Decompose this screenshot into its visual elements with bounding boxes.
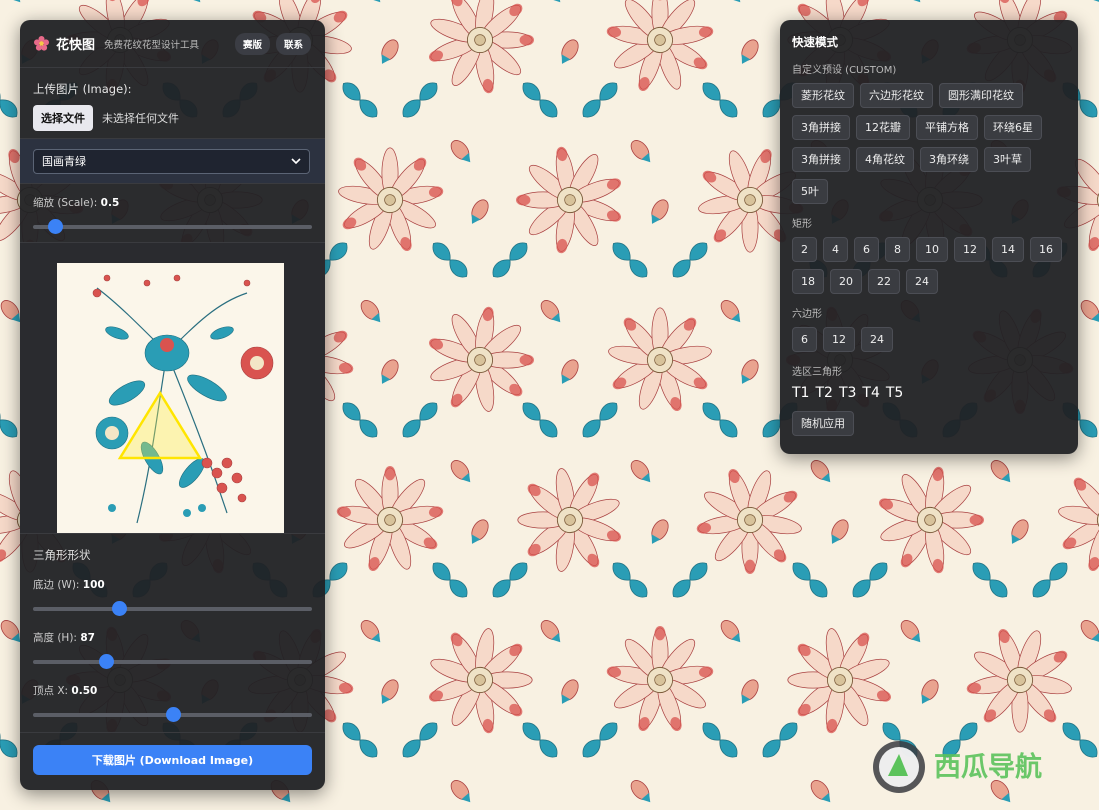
scale-slider[interactable]	[33, 219, 312, 234]
scale-value: 0.5	[100, 197, 120, 209]
palette-select[interactable]: 国画青绿	[33, 148, 310, 174]
hex-label: 六边形	[792, 309, 822, 320]
scale-label: 缩放 (Scale):	[33, 197, 98, 209]
hex-button-1[interactable]: 12	[823, 327, 855, 352]
scale-section: 缩放 (Scale): 0.5	[20, 184, 325, 243]
triangle-section: 三角形形状 底边 (W): 100 高度 (H): 87 顶点 X: 0.50	[20, 534, 325, 725]
divider	[20, 732, 325, 733]
base-value: 100	[82, 579, 105, 591]
file-status: 未选择任何文件	[102, 112, 179, 125]
custom-preset-button-6[interactable]: 环绕6星	[984, 115, 1042, 140]
hex-list: 6 12 24	[792, 327, 1066, 352]
height-slider[interactable]	[33, 654, 312, 669]
tri-button-2[interactable]: T3	[839, 385, 856, 401]
choose-file-button[interactable]: 选择文件	[33, 105, 93, 131]
donate-button[interactable]: 赛版	[234, 32, 270, 55]
hex-group: 六边形 6 12 24	[780, 305, 1078, 352]
rect-button-0[interactable]: 2	[792, 237, 817, 262]
scale-slider-thumb[interactable]	[48, 219, 64, 234]
watermark-logo: 西瓜导航	[873, 741, 1042, 793]
apex-label: 顶点 X:	[33, 685, 69, 697]
tri-list: T1 T2 T3 T4 T5	[792, 385, 1066, 401]
rect-label: 矩形	[792, 219, 812, 230]
chevron-down-icon	[291, 158, 301, 165]
base-slider-thumb[interactable]	[112, 601, 128, 616]
tri-group: 选区三角形 T1 T2 T3 T4 T5 随机应用	[780, 363, 1078, 436]
rect-button-8[interactable]: 18	[792, 269, 824, 294]
tri-label: 选区三角形	[792, 367, 842, 378]
rect-button-10[interactable]: 22	[868, 269, 900, 294]
rect-button-2[interactable]: 6	[854, 237, 879, 262]
tri-button-3[interactable]: T4	[862, 385, 879, 401]
custom-preset-button-11[interactable]: 5叶	[792, 179, 828, 204]
app-subtitle: 免费花纹花型设计工具	[104, 39, 200, 51]
custom-presets-label: 自定义预设 (CUSTOM)	[792, 65, 897, 76]
height-slider-thumb[interactable]	[98, 654, 114, 669]
custom-preset-button-0[interactable]: 菱形花纹	[792, 83, 854, 108]
app-title: 花快图	[56, 38, 96, 53]
rect-button-1[interactable]: 4	[823, 237, 848, 262]
tri-button-1[interactable]: T2	[815, 385, 832, 401]
source-preview	[20, 243, 325, 534]
custom-preset-button-5[interactable]: 平铺方格	[916, 115, 978, 140]
rect-button-11[interactable]: 24	[906, 269, 938, 294]
quick-mode-panel: 快速模式 自定义预设 (CUSTOM) 菱形花纹 六边形花纹 圆形满印花纹 3角拼接 1…	[780, 20, 1078, 454]
hex-button-0[interactable]: 6	[792, 327, 817, 352]
contact-button[interactable]: 联系	[275, 32, 311, 55]
height-value: 87	[80, 632, 95, 644]
custom-preset-button-3[interactable]: 3角拼接	[792, 115, 850, 140]
apex-slider-thumb[interactable]	[165, 707, 181, 722]
tri-button-4[interactable]: T5	[886, 385, 903, 401]
custom-preset-button-8[interactable]: 4角花纹	[856, 147, 914, 172]
source-image	[57, 263, 284, 533]
custom-preset-button-10[interactable]: 3叶草	[984, 147, 1031, 172]
height-label: 高度 (H):	[33, 632, 77, 644]
upload-section: 上传图片 (Image): 选择文件 未选择任何文件	[20, 68, 325, 139]
rect-group: 矩形 2 4 6 8 10 12 14 16 18 20 22 24	[780, 215, 1078, 294]
palette-section: 国画青绿	[20, 139, 325, 184]
rect-button-6[interactable]: 14	[992, 237, 1024, 262]
left-control-panel: 花快图 免费花纹花型设计工具 赛版 联系 上传图片 (Image): 选择文件 …	[20, 20, 325, 790]
custom-preset-button-2[interactable]: 圆形满印花纹	[939, 83, 1023, 108]
rect-button-4[interactable]: 10	[916, 237, 948, 262]
apex-slider[interactable]	[33, 707, 312, 722]
download-button[interactable]: 下载图片 (Download Image)	[33, 745, 312, 775]
upload-label: 上传图片 (Image):	[33, 82, 132, 96]
rect-button-9[interactable]: 20	[830, 269, 862, 294]
custom-presets-list: 菱形花纹 六边形花纹 圆形满印花纹 3角拼接 12花瓣 平铺方格 环绕6星 3角拼接 4角花纹 3…	[792, 83, 1066, 204]
watermark-text: 西瓜导航	[934, 751, 1042, 783]
flower-logo-icon	[34, 36, 49, 51]
custom-presets-group: 自定义预设 (CUSTOM) 菱形花纹 六边形花纹 圆形满印花纹 3角拼接 12花瓣 平铺…	[780, 61, 1078, 204]
rect-button-3[interactable]: 8	[885, 237, 910, 262]
custom-preset-button-9[interactable]: 3角环绕	[920, 147, 978, 172]
base-slider[interactable]	[33, 601, 312, 616]
triangle-title: 三角形形状	[33, 548, 91, 562]
rect-button-5[interactable]: 12	[954, 237, 986, 262]
app-header: 花快图 免费花纹花型设计工具 赛版 联系	[20, 20, 325, 68]
apex-value: 0.50	[71, 685, 98, 697]
rect-list: 2 4 6 8 10 12 14 16 18 20 22 24	[792, 237, 1066, 294]
palette-select-value: 国画青绿	[42, 155, 86, 168]
custom-preset-button-7[interactable]: 3角拼接	[792, 147, 850, 172]
random-apply-button[interactable]: 随机应用	[792, 411, 854, 436]
rect-button-7[interactable]: 16	[1030, 237, 1062, 262]
custom-preset-button-4[interactable]: 12花瓣	[856, 115, 910, 140]
quick-mode-title: 快速模式	[792, 35, 838, 49]
custom-preset-button-1[interactable]: 六边形花纹	[860, 83, 933, 108]
base-label: 底边 (W):	[33, 579, 80, 591]
hex-button-2[interactable]: 24	[861, 327, 893, 352]
tri-button-0[interactable]: T1	[792, 385, 809, 401]
